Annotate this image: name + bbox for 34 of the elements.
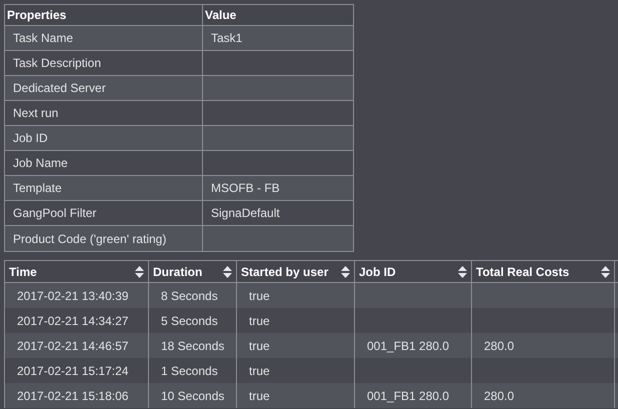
property-cell: Task Name <box>5 26 203 50</box>
column-header[interactable]: Properties <box>5 5 203 25</box>
sort-icon <box>135 266 144 278</box>
sort-icon <box>223 266 232 278</box>
column-title: Duration <box>153 264 202 280</box>
table-cell: 280.0 <box>472 383 615 408</box>
table-cell: 001_FB1 280.0 <box>355 383 472 408</box>
column-title: Time <box>9 264 37 280</box>
property-cell: Dedicated Server <box>5 76 203 100</box>
column-header[interactable]: Duration <box>149 261 237 282</box>
value-cell[interactable]: Task1 <box>203 26 353 50</box>
column-header[interactable]: Value <box>203 5 353 25</box>
property-cell: Next run <box>5 101 203 125</box>
value-cell[interactable]: SignaDefault <box>203 201 353 225</box>
sort-icon <box>601 266 610 278</box>
sort-icon <box>458 266 467 278</box>
table-cell: 2017-02-21 15:18:06 <box>5 383 149 408</box>
column-header[interactable]: Started by user <box>237 261 355 282</box>
column-header[interactable]: Time <box>5 261 149 282</box>
column-title: Job ID <box>359 264 396 280</box>
column-header[interactable]: Total Real Costs <box>472 261 615 282</box>
sort-icon <box>341 266 350 278</box>
table-cell: true <box>237 383 355 408</box>
value-cell[interactable]: MSOFB - FB <box>203 176 353 200</box>
property-cell: Task Description <box>5 51 203 75</box>
column-title: Total Real Costs <box>476 264 570 280</box>
property-cell: Product Code ('green' rating) <box>5 226 203 251</box>
table-cell: 10 Seconds <box>149 383 237 408</box>
column-title: Started by user <box>241 264 328 280</box>
property-cell: Template <box>5 176 203 200</box>
property-cell: GangPool Filter <box>5 201 203 225</box>
column-header[interactable]: Job ID <box>355 261 472 282</box>
property-cell: Job Name <box>5 151 203 175</box>
property-cell: Job ID <box>5 126 203 150</box>
